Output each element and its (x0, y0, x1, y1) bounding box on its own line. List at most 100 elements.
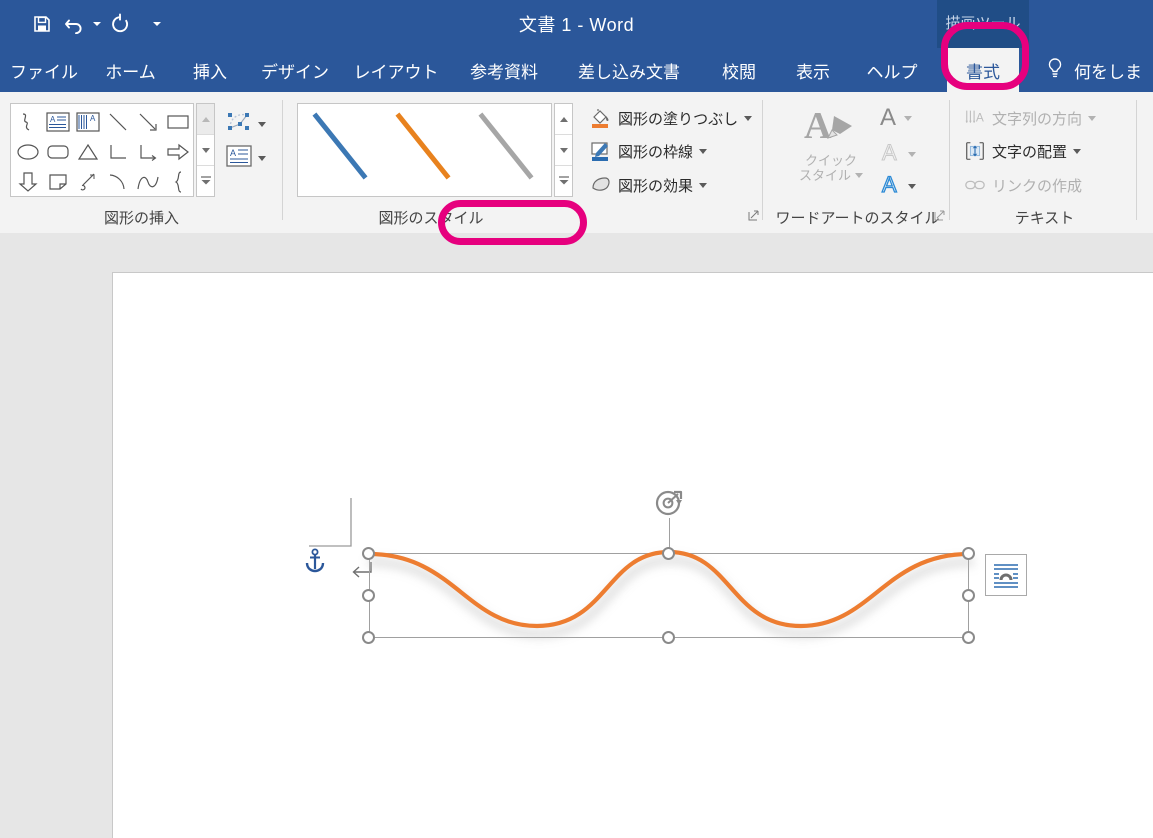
line-shape[interactable] (103, 107, 133, 137)
pen-icon (590, 140, 612, 162)
triangle-shape[interactable] (73, 137, 103, 167)
group-divider (1136, 100, 1137, 220)
link-icon (964, 174, 986, 196)
elbow-arrow-connector-shape[interactable] (133, 137, 163, 167)
shape-gallery-more-button[interactable] (197, 166, 214, 196)
shape-gallery-scroll-down-button[interactable] (197, 135, 214, 166)
scribble-shape[interactable] (13, 107, 43, 137)
group-insert-shapes: A A A 図形の挿入 (0, 92, 283, 233)
tab-format[interactable]: 書式 (947, 48, 1019, 92)
freeform-shape[interactable] (73, 167, 103, 197)
align-text-label: 文字の配置 (992, 143, 1068, 161)
shape-gallery[interactable]: A A (10, 103, 194, 197)
text-direction-icon: A (964, 107, 986, 129)
tab-references[interactable]: 参考資料 (462, 48, 546, 92)
anchor-icon[interactable] (303, 548, 327, 574)
text-effects-button[interactable]: A (880, 171, 916, 201)
tab-mailings[interactable]: 差し込み文書 (566, 48, 692, 92)
shape-style-scroll-down-button[interactable] (555, 135, 572, 166)
wordart-quick-styles-button[interactable]: A クイック スタイル (790, 104, 872, 183)
ribbon-tab-strip: ファイル ホーム 挿入 デザイン レイアウト 参考資料 差し込み文書 校閲 表示… (0, 48, 1153, 92)
svg-text:A: A (230, 148, 236, 158)
create-link-button[interactable]: リンクの作成 (964, 174, 1082, 196)
tab-layout[interactable]: レイアウト (352, 48, 440, 92)
effects-icon (590, 174, 612, 196)
rotation-handle-icon[interactable] (654, 488, 686, 520)
shape-style-scroll-up-button[interactable] (555, 104, 572, 135)
selection-handle-middle-left[interactable] (362, 589, 375, 602)
selection-handle-bottom-right[interactable] (962, 631, 975, 644)
line-arrow-shape[interactable] (133, 107, 163, 137)
lightbulb-icon (1046, 57, 1064, 84)
text-box-button[interactable]: A (226, 145, 266, 172)
tell-me-search[interactable]: 何をしま (1046, 48, 1142, 92)
tab-insert[interactable]: 挿入 (185, 48, 235, 92)
shape-style-gallery[interactable] (297, 103, 552, 197)
elbow-connector-shape[interactable] (103, 137, 133, 167)
folded-corner-shape[interactable] (43, 167, 73, 197)
rectangle-shape[interactable] (163, 107, 193, 137)
selection-handle-top-center[interactable] (662, 547, 675, 560)
right-arrow-shape[interactable] (163, 137, 193, 167)
shape-style-scrollbar[interactable] (554, 103, 573, 197)
group-text: A 文字列の方向 文字の配置 リンクの作成 テキスト (952, 92, 1137, 233)
tab-view[interactable]: 表示 (789, 48, 837, 92)
down-arrow-shape[interactable] (13, 167, 43, 197)
shape-outline-dropdown-icon[interactable] (699, 148, 708, 154)
selection-handle-bottom-left[interactable] (362, 631, 375, 644)
shape-fill-button[interactable]: 図形の塗りつぶし (590, 107, 753, 129)
text-box-shape[interactable]: A (43, 107, 73, 137)
shape-outline-button[interactable]: 図形の枠線 (590, 140, 708, 162)
tab-review[interactable]: 校閲 (715, 48, 763, 92)
selection-handle-top-left[interactable] (362, 547, 375, 560)
curve-shape[interactable] (133, 167, 163, 197)
shape-fill-dropdown-icon[interactable] (744, 115, 753, 121)
text-wrapping-icon (994, 564, 1018, 588)
text-fill-dropdown-icon[interactable] (904, 115, 913, 121)
wordart-quick-styles-dropdown-icon[interactable] (855, 173, 863, 178)
wordart-dialog-launcher[interactable] (933, 209, 947, 223)
edit-shape-icon (226, 110, 252, 139)
tab-file[interactable]: ファイル (10, 48, 78, 92)
selection-handle-top-right[interactable] (962, 547, 975, 560)
edit-shape-button[interactable] (226, 110, 266, 139)
text-box-dropdown-icon[interactable] (258, 156, 266, 161)
edit-shape-dropdown-icon[interactable] (258, 122, 266, 127)
text-direction-dropdown-icon[interactable] (1088, 115, 1097, 121)
align-text-icon (964, 140, 986, 162)
shape-effects-button[interactable]: 図形の効果 (590, 174, 708, 196)
title-bar: 文書 1 - Word 描画ツール (0, 0, 1153, 48)
wordart-icon: A (804, 104, 858, 153)
align-text-dropdown-icon[interactable] (1073, 148, 1082, 154)
shape-styles-dialog-launcher[interactable] (747, 209, 761, 223)
left-brace-shape[interactable] (163, 167, 193, 197)
tab-home[interactable]: ホーム (98, 48, 163, 92)
shape-effects-dropdown-icon[interactable] (699, 182, 708, 188)
shape-gallery-scrollbar[interactable] (196, 103, 215, 197)
svg-text:A: A (50, 115, 56, 124)
align-text-button[interactable]: 文字の配置 (964, 140, 1082, 162)
arc-shape[interactable] (103, 167, 133, 197)
shape-style-more-button[interactable] (555, 166, 572, 196)
text-direction-label: 文字列の方向 (992, 110, 1083, 128)
selection-handle-middle-right[interactable] (962, 589, 975, 602)
tell-me-label: 何をしま (1074, 62, 1142, 82)
layout-options-button[interactable] (985, 554, 1027, 596)
text-direction-button[interactable]: A 文字列の方向 (964, 107, 1097, 129)
text-effects-dropdown-icon[interactable] (908, 184, 916, 189)
text-outline-dropdown-icon[interactable] (908, 152, 916, 157)
shape-effects-label: 図形の効果 (618, 177, 694, 195)
oval-shape[interactable] (13, 137, 43, 167)
shape-gallery-scroll-up-button[interactable] (197, 104, 214, 135)
text-outline-button[interactable]: A (880, 140, 916, 169)
text-fill-button[interactable]: A (880, 104, 913, 131)
selection-handle-bottom-center[interactable] (662, 631, 675, 644)
shape-fill-label: 図形の塗りつぶし (618, 110, 739, 128)
text-fill-glyph: A (880, 104, 897, 131)
tab-help[interactable]: ヘルプ (861, 48, 923, 92)
wordart-quick-styles-label-2: スタイル (798, 168, 851, 183)
tab-design[interactable]: デザイン (255, 48, 335, 92)
vertical-text-box-shape[interactable]: A (73, 107, 103, 137)
contextual-tab-label: 描画ツール (945, 15, 1021, 32)
rounded-rectangle-shape[interactable] (43, 137, 73, 167)
